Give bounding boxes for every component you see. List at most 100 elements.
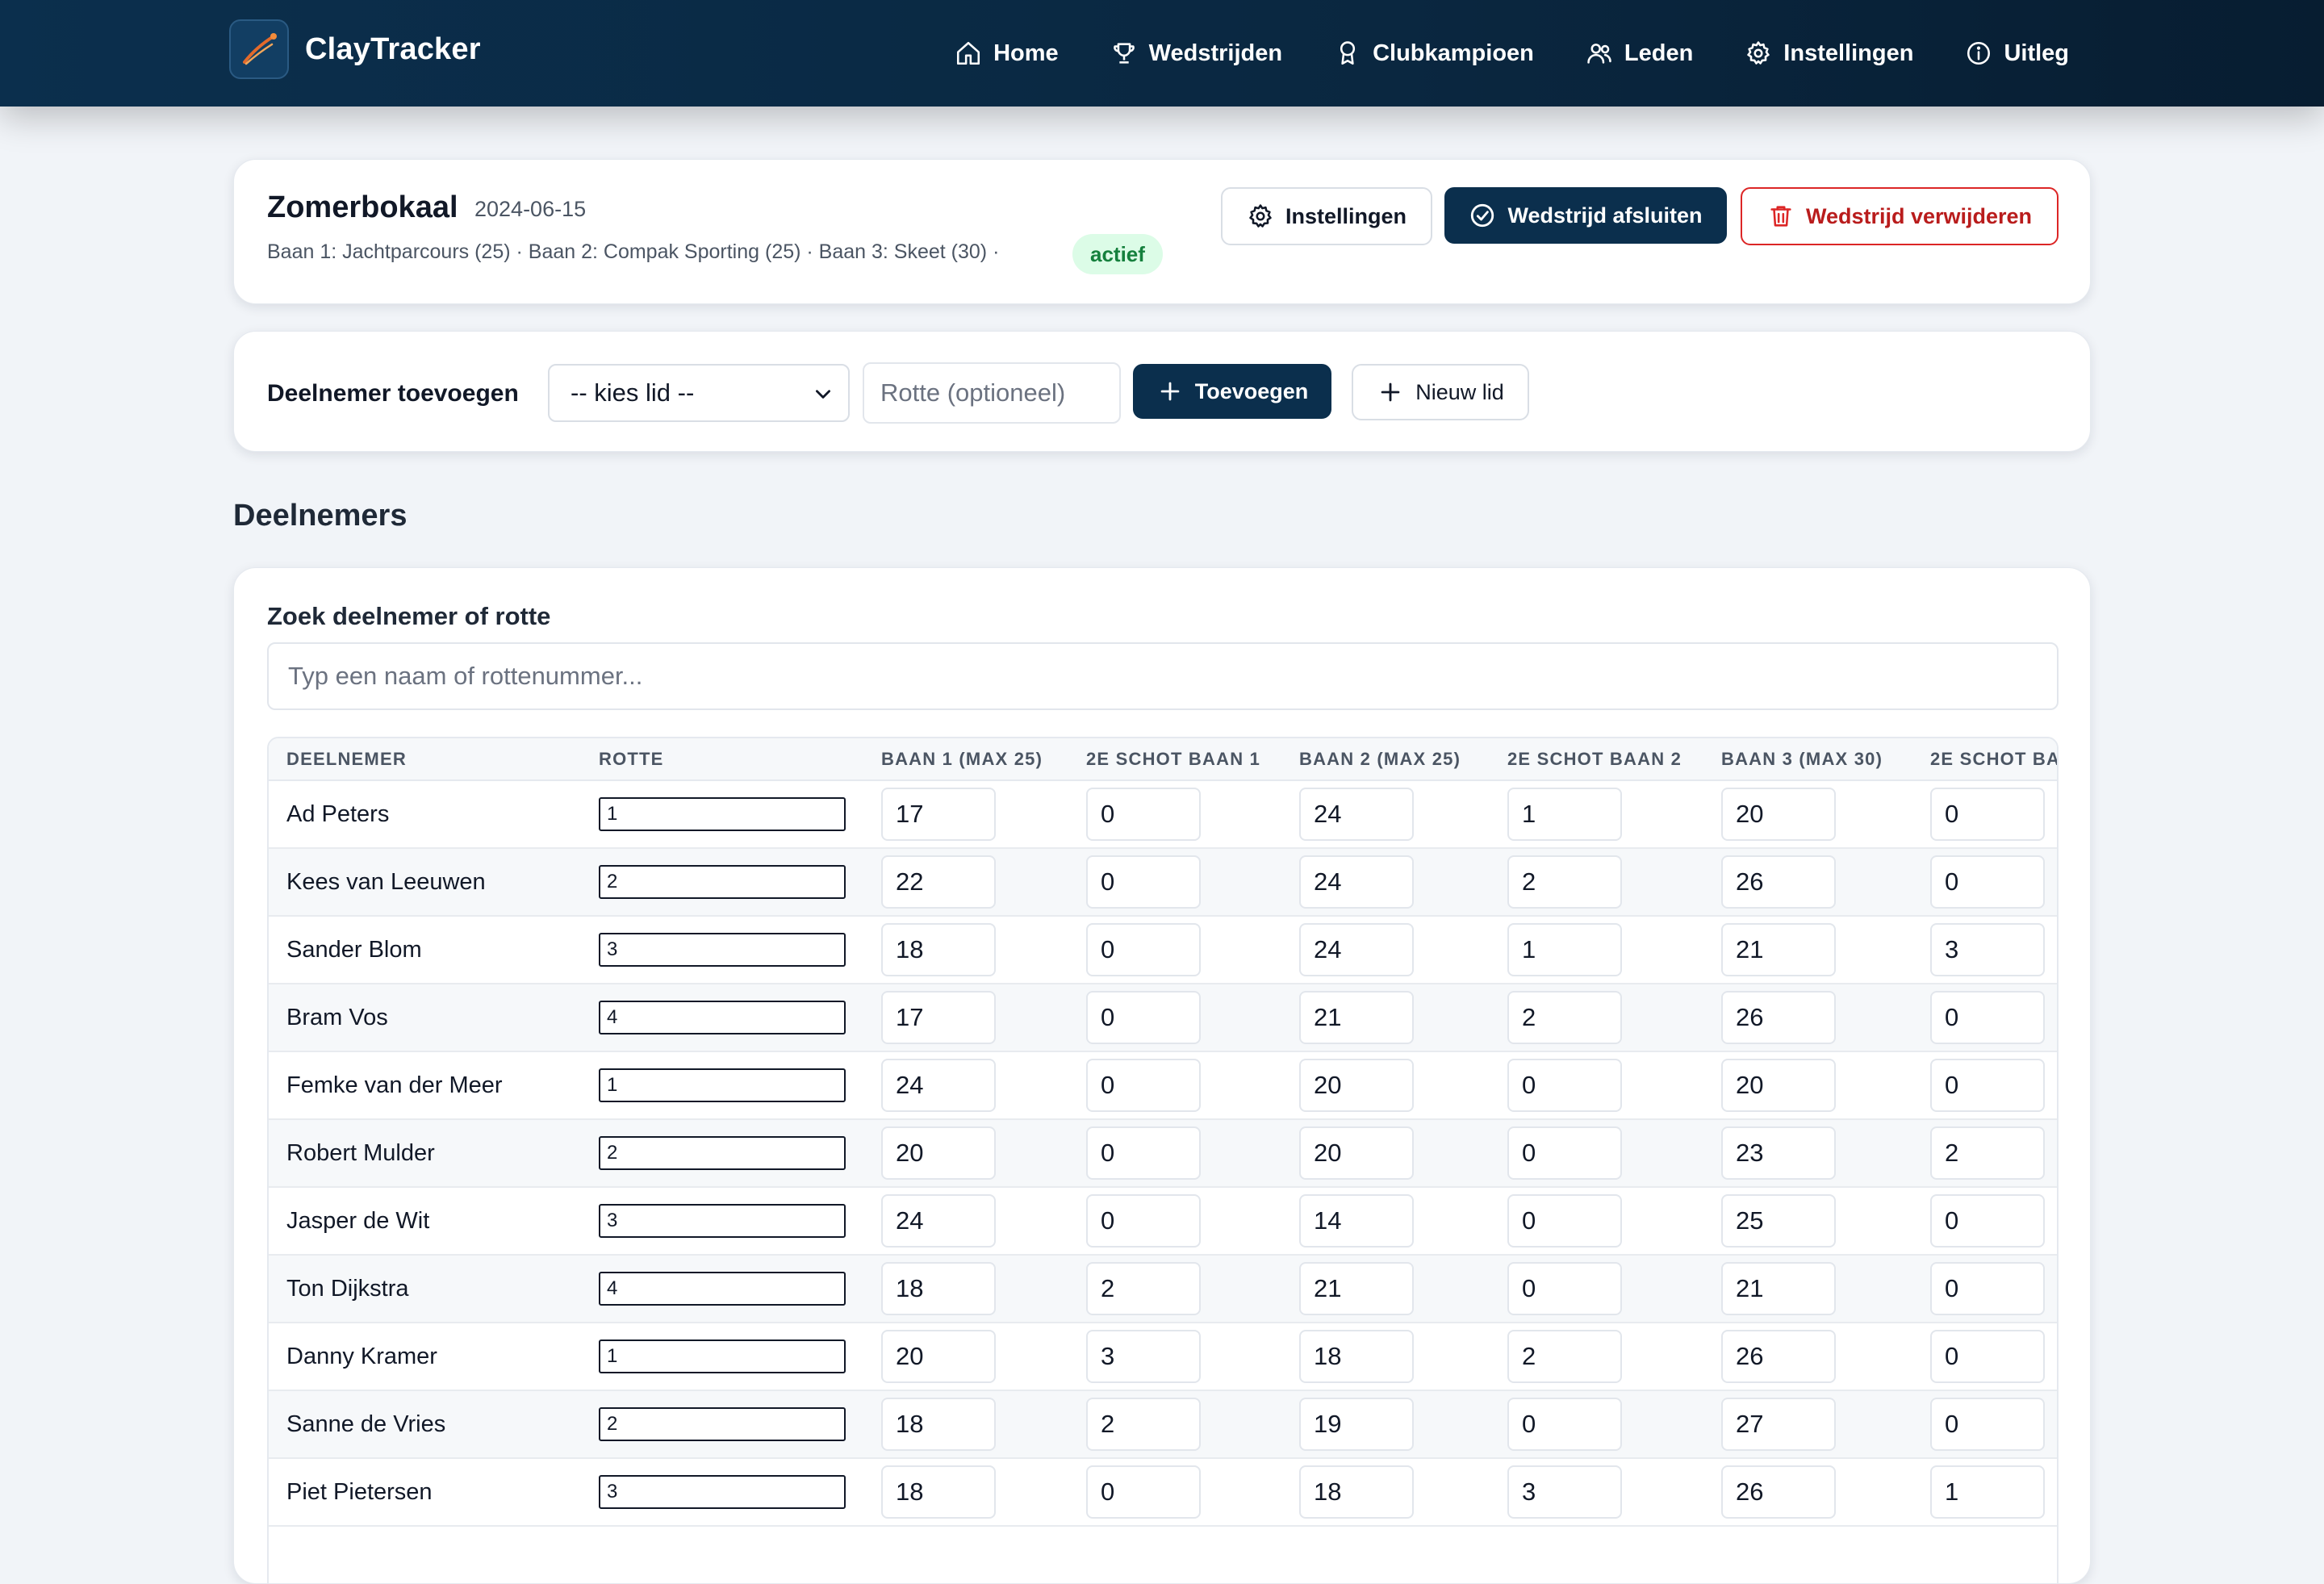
score-input[interactable] (1930, 1330, 2045, 1383)
score-input[interactable] (1721, 1059, 1836, 1112)
rotte-input[interactable] (599, 1475, 846, 1509)
score-input[interactable] (1299, 788, 1414, 841)
score-input[interactable] (881, 788, 996, 841)
score-input[interactable] (1086, 991, 1201, 1044)
score-input[interactable] (1721, 1194, 1836, 1248)
score-input[interactable] (1930, 855, 2045, 909)
score-input[interactable] (1299, 1330, 1414, 1383)
score-input[interactable] (1507, 1465, 1622, 1519)
score-input[interactable] (1721, 1398, 1836, 1451)
score-input[interactable] (1299, 1126, 1414, 1180)
score-input[interactable] (1930, 1194, 2045, 1248)
rotte-input[interactable] (599, 797, 846, 831)
column-header[interactable]: 2e schot Baan 1 (1068, 738, 1281, 781)
rotte-input[interactable] (599, 933, 846, 967)
nav-leden[interactable]: Leden (1586, 40, 1693, 67)
score-input[interactable] (881, 1059, 996, 1112)
score-input[interactable] (1507, 991, 1622, 1044)
column-header[interactable]: Deelnemer (269, 738, 581, 781)
score-input[interactable] (1086, 855, 1201, 909)
score-input[interactable] (1721, 855, 1836, 909)
score-input[interactable] (1086, 923, 1201, 976)
score-input[interactable] (1299, 855, 1414, 909)
score-input[interactable] (1086, 1262, 1201, 1315)
new-member-button[interactable]: Nieuw lid (1352, 364, 1529, 420)
score-input[interactable] (1721, 923, 1836, 976)
score-input[interactable] (1299, 1398, 1414, 1451)
score-input[interactable] (1086, 1126, 1201, 1180)
rotte-input[interactable] (599, 1001, 846, 1034)
nav-instellingen[interactable]: Instellingen (1745, 40, 1913, 67)
score-input[interactable] (881, 1262, 996, 1315)
score-input[interactable] (881, 1465, 996, 1519)
settings-button[interactable]: Instellingen (1221, 187, 1432, 245)
score-input[interactable] (881, 1194, 996, 1248)
column-header[interactable]: Baan 3 (max 30) (1703, 738, 1912, 781)
participant-search-input[interactable] (267, 642, 2059, 710)
delete-competition-button[interactable]: Wedstrijd verwijderen (1741, 187, 2059, 245)
score-input[interactable] (1086, 1194, 1201, 1248)
rotte-input[interactable] (599, 1136, 846, 1170)
close-competition-button[interactable]: Wedstrijd afsluiten (1444, 187, 1727, 244)
score-input[interactable] (1507, 855, 1622, 909)
score-input[interactable] (1086, 1465, 1201, 1519)
rotte-input[interactable] (599, 1407, 846, 1441)
score-input[interactable] (1507, 1126, 1622, 1180)
add-participant-button[interactable]: Toevoegen (1133, 364, 1331, 419)
score-input[interactable] (1930, 991, 2045, 1044)
score-input[interactable] (1299, 1059, 1414, 1112)
score-input[interactable] (1930, 1262, 2045, 1315)
score-input[interactable] (1721, 1330, 1836, 1383)
score-input[interactable] (1086, 1059, 1201, 1112)
score-input[interactable] (1299, 1262, 1414, 1315)
score-input[interactable] (1299, 1194, 1414, 1248)
score-input[interactable] (1299, 991, 1414, 1044)
column-header[interactable]: Baan 1 (max 25) (863, 738, 1068, 781)
score-input[interactable] (881, 1398, 996, 1451)
score-input[interactable] (881, 991, 996, 1044)
nav-home[interactable]: Home (955, 40, 1059, 67)
score-input[interactable] (1086, 788, 1201, 841)
nav-clubkampioen[interactable]: Clubkampioen (1334, 40, 1534, 67)
score-input[interactable] (1930, 788, 2045, 841)
score-input[interactable] (1507, 1059, 1622, 1112)
score-input[interactable] (1507, 1398, 1622, 1451)
score-input[interactable] (1086, 1398, 1201, 1451)
nav-wedstrijden[interactable]: Wedstrijden (1110, 40, 1282, 67)
score-input[interactable] (1721, 1465, 1836, 1519)
nav-uitleg[interactable]: Uitleg (1965, 40, 2069, 67)
rotte-input[interactable] (599, 1340, 846, 1373)
column-header[interactable]: Rotte (581, 738, 863, 781)
score-input[interactable] (881, 855, 996, 909)
score-input[interactable] (1507, 1194, 1622, 1248)
score-input[interactable] (1507, 923, 1622, 976)
score-input[interactable] (881, 1330, 996, 1383)
score-input[interactable] (1721, 1126, 1836, 1180)
rotte-input[interactable] (863, 362, 1121, 424)
score-input[interactable] (1299, 923, 1414, 976)
score-input[interactable] (1507, 788, 1622, 841)
score-input[interactable] (1507, 1262, 1622, 1315)
score-input[interactable] (1930, 1126, 2045, 1180)
score-input[interactable] (1930, 1398, 2045, 1451)
score-input[interactable] (1721, 788, 1836, 841)
brand[interactable]: ClayTracker (229, 19, 481, 79)
column-header[interactable]: 2e schot Baan 2 (1490, 738, 1703, 781)
score-input[interactable] (1507, 1330, 1622, 1383)
rotte-input[interactable] (599, 1204, 846, 1238)
score-input[interactable] (1299, 1465, 1414, 1519)
score-input[interactable] (1721, 1262, 1836, 1315)
score-input[interactable] (1930, 1059, 2045, 1112)
column-header[interactable]: 2e schot Baan 3 (1912, 738, 2057, 781)
score-input[interactable] (1930, 1465, 2045, 1519)
participants-table-wrapper[interactable]: Deelnemer Rotte Baan 1 (max 25) 2e schot… (267, 737, 2059, 1583)
score-input[interactable] (1086, 1330, 1201, 1383)
score-input[interactable] (1721, 991, 1836, 1044)
column-header[interactable]: Baan 2 (max 25) (1281, 738, 1490, 781)
score-input[interactable] (1930, 923, 2045, 976)
rotte-input[interactable] (599, 865, 846, 899)
rotte-input[interactable] (599, 1272, 846, 1306)
rotte-input[interactable] (599, 1068, 846, 1102)
score-input[interactable] (881, 923, 996, 976)
score-input[interactable] (881, 1126, 996, 1180)
